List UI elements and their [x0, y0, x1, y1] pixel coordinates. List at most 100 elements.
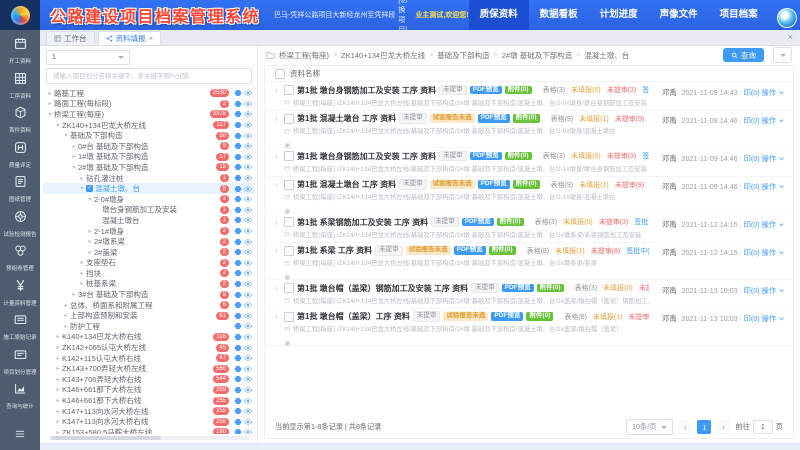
chevron-down-icon[interactable]	[778, 183, 785, 190]
printer-icon[interactable]	[234, 344, 242, 352]
eye-icon[interactable]	[244, 174, 252, 182]
printer-icon[interactable]	[234, 291, 242, 299]
tab-workbench[interactable]: 工作台	[46, 31, 95, 45]
printer-icon[interactable]	[234, 354, 242, 362]
printer-icon[interactable]	[234, 132, 242, 140]
tree-node[interactable]: ▾基础及下部构造50	[43, 130, 255, 141]
eye-icon[interactable]	[244, 344, 252, 352]
print-count-link[interactable]: 印(0)	[744, 116, 760, 125]
sidebar-item-hcard[interactable]: 质量评定	[0, 141, 40, 169]
eye-icon[interactable]	[244, 407, 252, 415]
breadcrumb-item[interactable]: 基础及下部构造	[437, 50, 490, 61]
action-link[interactable]: 操作	[762, 314, 778, 323]
tab-data-entry[interactable]: 资料填报 ×	[98, 31, 162, 45]
tree-node[interactable]: ▸钻孔灌注桩1	[43, 173, 255, 184]
sidebar-item-cardlines[interactable]: 施工原始记录	[0, 313, 40, 341]
tree-caret-icon[interactable]: ▸	[54, 376, 62, 383]
eye-icon[interactable]	[244, 333, 252, 341]
eye-icon[interactable]	[244, 428, 252, 434]
tree-node[interactable]: ▸K143+706弄轻大桥右线544	[43, 374, 255, 385]
record-badge[interactable]: PDF预览	[470, 152, 502, 161]
tree-caret-icon[interactable]: ▸	[54, 418, 62, 425]
tree-caret-icon[interactable]: ▸	[54, 386, 62, 393]
tree-caret-icon[interactable]: ▸	[86, 249, 94, 256]
sidebar-item-grid[interactable]: 工序资料	[0, 72, 40, 100]
tree-node[interactable]: ▸ZK153+580.5马鞍大桥左线180	[43, 427, 255, 434]
printer-icon[interactable]	[234, 174, 242, 182]
tree-horizontal-scrollbar[interactable]	[49, 436, 249, 440]
breadcrumb-item[interactable]: ZK140+134巴龙大桥左线	[341, 50, 425, 61]
print-count-link[interactable]: 印(0)	[744, 314, 760, 323]
next-page-button[interactable]: ›	[716, 420, 730, 434]
printer-icon[interactable]	[234, 153, 242, 161]
tree-caret-icon[interactable]: ▸	[78, 270, 86, 277]
expand-caret-icon[interactable]: ›	[275, 312, 281, 321]
tree-caret-icon[interactable]: ▸	[54, 397, 62, 404]
chevron-down-icon[interactable]	[778, 315, 785, 322]
eye-icon[interactable]	[244, 100, 252, 108]
chevron-down-icon[interactable]	[778, 117, 785, 124]
eye-icon[interactable]	[244, 163, 252, 171]
printer-icon[interactable]	[234, 89, 242, 97]
tree-node[interactable]: ▸K147+113向水河大桥左线255	[43, 406, 255, 417]
tree-caret-icon[interactable]: ▸	[62, 312, 70, 319]
eye-icon[interactable]	[244, 206, 252, 214]
chevron-down-icon[interactable]	[778, 89, 785, 96]
tree-caret-icon[interactable]: ▸	[70, 291, 78, 298]
printer-icon[interactable]	[234, 280, 242, 288]
tree-node[interactable]: ▸K140+134巴龙大桥右线116	[43, 332, 255, 343]
printer-icon[interactable]	[234, 301, 242, 309]
eye-icon[interactable]	[244, 110, 252, 118]
printer-icon[interactable]	[234, 269, 242, 277]
printer-icon[interactable]	[234, 206, 242, 214]
tree-node[interactable]: ▸K146+661那下大桥右线255	[43, 395, 255, 406]
eye-icon[interactable]	[244, 121, 252, 129]
tree-caret-icon[interactable]: ▸	[62, 323, 70, 330]
tree-node[interactable]: ▸2-1#墩身2	[43, 226, 255, 237]
printer-icon[interactable]	[234, 333, 242, 341]
tree-caret-icon[interactable]: ▸	[78, 259, 86, 266]
test-report-doc-icon[interactable]	[284, 208, 291, 215]
row-checkbox[interactable]	[284, 312, 294, 322]
sidebar-item-chart[interactable]: 查询与统计	[0, 382, 40, 410]
printer-icon[interactable]	[234, 397, 242, 405]
printer-icon[interactable]	[234, 428, 242, 434]
printer-icon[interactable]	[234, 259, 242, 267]
tree-node[interactable]: ▸3#台 基础及下部构造9	[43, 289, 255, 300]
tab-close-icon[interactable]: ×	[149, 35, 154, 42]
breadcrumb-item[interactable]: 2#墩 基础及下部构造	[502, 50, 572, 61]
printer-icon[interactable]	[234, 418, 242, 426]
tree-node[interactable]: ▸2#墩系梁2	[43, 236, 255, 247]
goto-page-input[interactable]: 1	[753, 420, 773, 434]
tree-node[interactable]: ▸路基工程2530	[43, 88, 255, 99]
expand-caret-icon[interactable]: ›	[275, 152, 281, 161]
select-all-checkbox[interactable]	[275, 69, 285, 79]
breadcrumb-item[interactable]: 桥梁工程(每座)	[279, 50, 329, 61]
eye-icon[interactable]	[244, 280, 252, 288]
eye-icon[interactable]	[244, 386, 252, 394]
printer-icon[interactable]	[234, 163, 242, 171]
sidebar-item-cardlines2[interactable]: 项目划分管理	[0, 348, 40, 376]
tree-node[interactable]: ▸路面工程(每标段)2	[43, 99, 255, 110]
tree-node[interactable]: ▸2#盖梁2	[43, 247, 255, 258]
tree-node[interactable]: ▾桥梁工程(每座)3378	[43, 109, 255, 120]
record-badge[interactable]: PDF预览	[462, 218, 494, 227]
eye-icon[interactable]	[244, 132, 252, 140]
tree-caret-icon[interactable]: ▸	[46, 90, 54, 97]
eye-icon[interactable]	[244, 248, 252, 256]
tree-node[interactable]: ▸桩基系梁2	[43, 279, 255, 290]
tree-node[interactable]: ▸挡块2	[43, 268, 255, 279]
tree-node[interactable]: ▸1#墩 基础及下部构造17	[43, 152, 255, 163]
tree-caret-icon[interactable]: ▸	[78, 280, 86, 287]
print-count-link[interactable]: 印(0)	[744, 248, 760, 257]
eye-icon[interactable]	[244, 397, 252, 405]
tree-node[interactable]: 墩台身钢筋加工及安装1	[43, 205, 255, 216]
printer-icon[interactable]	[234, 238, 242, 246]
chevron-down-icon[interactable]	[778, 221, 785, 228]
action-link[interactable]: 操作	[762, 116, 778, 125]
record-badge[interactable]: PDF预览	[470, 86, 502, 95]
tree-node[interactable]: ▾2#墩 基础及下部构造15	[43, 162, 255, 173]
tree-caret-icon[interactable]: ▸	[78, 175, 86, 182]
tree-caret-icon[interactable]: ▸	[62, 302, 70, 309]
eye-icon[interactable]	[244, 185, 252, 193]
